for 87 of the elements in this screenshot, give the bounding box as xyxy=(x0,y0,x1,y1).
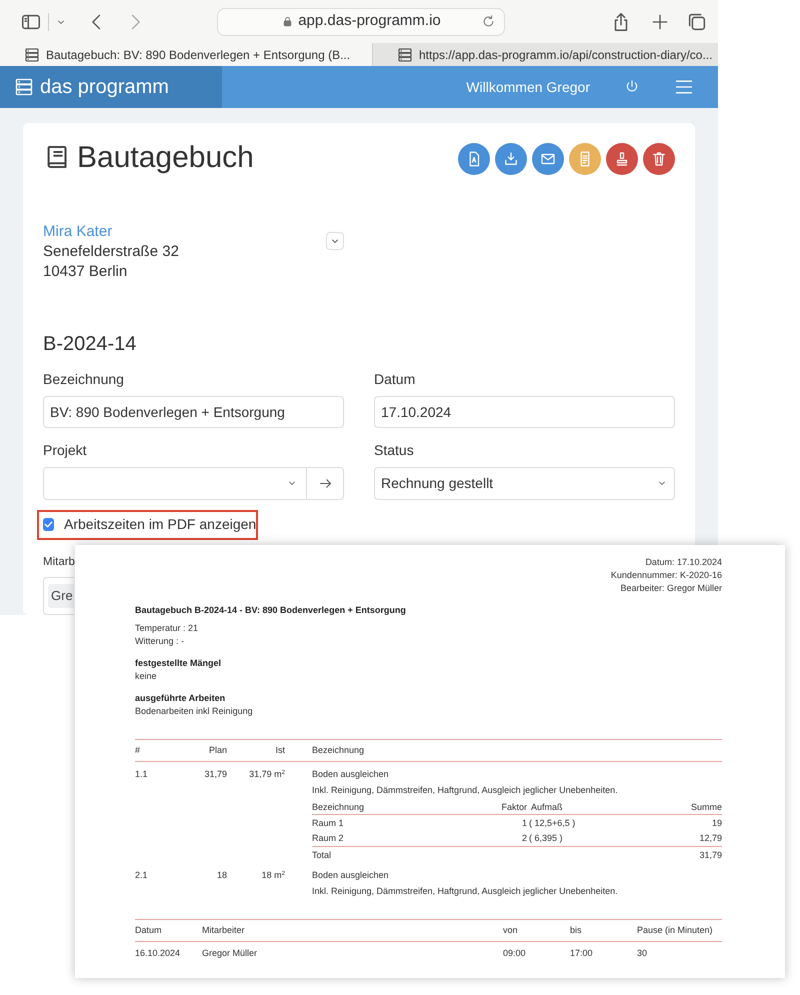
table-cell-text: 2 xyxy=(520,832,527,845)
table-cell-text: Pause (in Minuten) xyxy=(637,924,714,937)
select-field[interactable]: Rechnung gestellt xyxy=(374,466,675,500)
text-field[interactable]: 17.10.2024 xyxy=(374,396,675,428)
document-button[interactable] xyxy=(569,143,601,176)
table-cell-text: 30 xyxy=(637,946,648,960)
checkbox[interactable] xyxy=(43,518,54,532)
table-cell-text: # xyxy=(135,744,142,757)
select-field[interactable] xyxy=(43,466,307,500)
table-cell-text: Raum 1 xyxy=(312,816,345,830)
table-cell-text: Raum 2 xyxy=(312,832,345,845)
table-cell-text: Datum xyxy=(135,924,163,937)
section-text: Bodenarbeiten inkl Reinigung xyxy=(135,705,253,718)
table-cell-text: Bezeichnung xyxy=(312,800,366,814)
address-bar[interactable]: app.das-programm.io xyxy=(217,8,505,36)
server-icon xyxy=(397,46,413,63)
download-button[interactable] xyxy=(495,143,527,176)
customer-city: 10437 Berlin xyxy=(43,262,128,282)
table-cell-text: Bezeichnung xyxy=(311,744,366,757)
section-heading: festgestellte Mängel xyxy=(135,657,222,670)
mail-button[interactable] xyxy=(532,143,564,176)
table-cell: 31,79 xyxy=(699,848,722,862)
tab-title: Bautagebuch: BV: 890 Bodenverlegen + Entsorgung (B... xyxy=(46,46,350,64)
table-cell-text: 31,79 xyxy=(203,768,227,781)
check-icon xyxy=(43,519,54,530)
table-cell-text: Boden ausgleichen xyxy=(312,768,390,781)
pdf-title: Bautagebuch B-2024-14 - BV: 890 Bodenverlegen + Entsorgung xyxy=(135,604,407,617)
table-cell-text: von xyxy=(503,924,519,937)
employee-chip[interactable]: Gre xyxy=(48,584,74,608)
table-cell-text: Inkl. Reinigung, Dämmstreifen, Haftgrund, Ausgleich jeglicher Unebenheiten. xyxy=(312,885,619,898)
table-cell-text: 31,79 m$^{2}$ xyxy=(248,768,285,781)
table-cell-text: ( 6,395 ) xyxy=(528,832,564,845)
table-cell-text: 19 xyxy=(710,816,722,830)
table-cell-text: bis xyxy=(570,924,583,937)
table-cell-text: Inkl. Reinigung, Dämmstreifen, Haftgrund, Ausgleich jeglicher Unebenheiten. xyxy=(312,784,619,797)
table-cell-text: 16.10.2024 xyxy=(135,946,182,960)
plus-icon xyxy=(650,12,670,32)
section-heading: ausgeführte Arbeiten xyxy=(135,692,226,705)
table-cell-text: 1.1 xyxy=(135,768,149,781)
tab-title: https://app.das-programm.io/api/construction-diary/co... xyxy=(419,46,712,64)
table-cell-text: Faktor xyxy=(500,800,527,814)
browser-tab[interactable]: Bautagebuch: BV: 890 Bodenverlegen + Entsorgung (B... xyxy=(0,43,372,66)
pdf-meta-text: Bearbeiter: Gregor Müller xyxy=(620,582,722,595)
table-cell-text: 2.1 xyxy=(135,869,149,882)
welcome-text: Willkommen Gregor xyxy=(466,78,590,97)
table-cell-text: Aufmaß xyxy=(530,800,564,814)
table-cell-text: 18 m$^{2}$ xyxy=(260,869,285,882)
table-cell-text: Summe xyxy=(690,800,722,814)
table-cell-text: 17:00 xyxy=(570,946,594,960)
reload-icon xyxy=(481,14,496,30)
trash-button[interactable] xyxy=(643,143,675,176)
document-number: B-2024-14 xyxy=(43,332,138,357)
section-text: keine xyxy=(135,670,157,683)
brand-bar[interactable]: das programm xyxy=(0,66,222,108)
pdf-button[interactable] xyxy=(458,143,490,176)
trash-icon xyxy=(650,150,668,168)
text-field[interactable]: BV: 890 Bodenverlegen + Entsorgung xyxy=(43,396,344,428)
weather-text: Witterung : - xyxy=(135,635,184,648)
checkbox-label: Arbeitszeiten im PDF anzeigen xyxy=(64,515,256,534)
brand-name: das programm xyxy=(40,75,169,100)
weather-text: Temperatur : 21 xyxy=(135,622,198,635)
pdf-meta-text: Kundennummer: K-2020-16 xyxy=(610,569,722,582)
server-icon xyxy=(14,77,34,98)
field-label: Bezeichnung xyxy=(43,370,125,389)
table-cell-text: 12,79 xyxy=(698,832,722,845)
customer-street: Senefelderstraße 32 xyxy=(43,242,180,262)
url-text: app.das-programm.io xyxy=(298,11,441,32)
server-icon xyxy=(24,46,40,63)
field-label: Mitarb xyxy=(43,554,75,570)
table-cell-text: Mitarbeiter xyxy=(202,924,246,937)
field-label: Status xyxy=(374,440,415,460)
table-cell-text: Gregor Müller xyxy=(202,946,258,960)
expand-button[interactable] xyxy=(326,232,344,250)
page-title: Bautagebuch xyxy=(77,140,254,176)
table-cell-text: ( 12,5+6,5 ) xyxy=(528,816,576,830)
employee-field[interactable]: Gre xyxy=(43,576,74,615)
table-cell-text: Plan xyxy=(208,744,227,757)
table-cell-text: 1 xyxy=(520,816,527,830)
table-cell-text: 09:00 xyxy=(503,946,527,960)
stamp-button[interactable] xyxy=(606,143,638,176)
pdf-meta-text: Datum: 17.10.2024 xyxy=(645,556,722,569)
field-label: Projekt xyxy=(43,440,88,460)
table-cell-text: 18 xyxy=(216,869,227,882)
table-cell-text: Boden ausgleichen xyxy=(312,869,390,882)
table-cell: Total xyxy=(312,848,332,862)
table-cell-text: Ist xyxy=(274,744,285,757)
field-label: Datum xyxy=(374,370,416,389)
